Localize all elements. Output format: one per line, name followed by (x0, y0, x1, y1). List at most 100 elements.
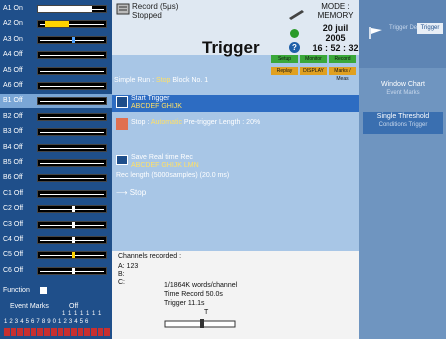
event-mark-box[interactable] (37, 328, 44, 336)
channel-level-bar[interactable] (37, 82, 107, 90)
mode-button[interactable]: Setup (271, 55, 298, 63)
channel-row[interactable]: B2 Off (0, 110, 112, 124)
mode-button[interactable]: DISPLAY (300, 67, 327, 75)
channel-level-bar[interactable] (37, 205, 107, 214)
channel-level-bar[interactable] (37, 97, 107, 106)
record-stats: 1/1864K words/channel Time Record 50.0s … (164, 281, 237, 308)
event-mark-box[interactable] (44, 328, 50, 336)
channel-baseline (40, 163, 104, 164)
mode-button[interactable]: Record (329, 55, 356, 63)
channel-row[interactable]: B6 Off (0, 171, 112, 185)
event-mark-box[interactable] (4, 328, 10, 336)
start-trigger-value[interactable]: ABCDEF GHIJK (131, 103, 182, 110)
channel-level-bar[interactable] (37, 143, 107, 152)
channel-row[interactable]: A5 Off (0, 64, 112, 78)
stop-line: Stop : Automatic Pre-trigger Length : 20… (131, 119, 260, 126)
event-mark-box[interactable] (84, 328, 90, 336)
channel-level-bar[interactable] (37, 112, 107, 121)
channel-label: A4 Off (3, 51, 23, 59)
channel-row[interactable]: C6 Off (0, 264, 112, 278)
channel-level-bar[interactable] (37, 220, 107, 229)
event-mark-box[interactable] (50, 328, 57, 336)
channel-label: C1 Off (3, 189, 24, 197)
event-mark-box[interactable] (97, 328, 104, 336)
stop-suffix: Pre-trigger Length : 20% (181, 119, 261, 126)
channel-level-bar[interactable] (37, 174, 107, 183)
channel-row[interactable]: C1 Off (0, 187, 112, 201)
simple-run-line: Simple Run : Stop Block No. 1 (114, 77, 208, 84)
channel-level-bar[interactable] (37, 236, 107, 244)
channel-level-bar[interactable] (37, 20, 107, 29)
channel-row[interactable]: B4 Off (0, 141, 112, 155)
stop-action-label: Stop (129, 188, 147, 197)
channel-row[interactable]: A6 Off (0, 79, 112, 93)
channel-level-bar[interactable] (37, 5, 107, 13)
channel-label: A1 On (3, 5, 23, 12)
trigger-time: Trigger 11.1s (164, 300, 205, 307)
status-header: Record (5μs) Stopped MODE : MEMORY ? 20 … (112, 0, 359, 57)
channel-level-bar[interactable] (37, 51, 107, 60)
mode-button[interactable]: Marks / Meas (329, 67, 356, 82)
function-checkbox[interactable] (40, 287, 47, 294)
channel-row[interactable]: A1 On (0, 2, 112, 16)
channel-row[interactable]: A4 Off (0, 48, 112, 62)
single-threshold-item[interactable]: Single Threshold Conditions Trigger (363, 112, 443, 134)
event-mark-box[interactable] (90, 328, 97, 336)
event-mark-box[interactable] (104, 328, 110, 336)
event-mark-box[interactable] (24, 328, 30, 336)
mode-button[interactable]: Monitor (300, 55, 327, 63)
channel-label: A6 Off (3, 82, 23, 89)
channel-label: A5 Off (3, 66, 23, 74)
channel-row[interactable]: A2 On (0, 17, 112, 31)
trigger-tab[interactable]: Trigger (417, 23, 443, 34)
channel-label: C4 Off (3, 236, 24, 243)
channel-row[interactable]: B3 Off (0, 125, 112, 139)
event-mark-box[interactable] (70, 328, 77, 336)
channel-level-bar[interactable] (37, 128, 107, 137)
channel-row[interactable]: C3 Off (0, 218, 112, 232)
channel-level-bar[interactable] (37, 266, 107, 275)
event-marks-boxes[interactable] (4, 328, 110, 336)
channel-baseline (40, 132, 104, 134)
flag-icon[interactable] (368, 26, 384, 40)
channel-label: B1 Off (3, 97, 23, 105)
help-icon[interactable]: ? (289, 42, 300, 53)
channel-level-bar[interactable] (37, 189, 107, 198)
window-chart-item[interactable]: Window Chart Event Marks (363, 80, 443, 102)
event-mark-box[interactable] (17, 328, 24, 336)
event-mark-box[interactable] (57, 328, 64, 336)
trigger-panel: Record (5μs) Stopped MODE : MEMORY ? 20 … (112, 0, 359, 339)
channel-marker (72, 252, 75, 259)
event-mark-box[interactable] (10, 328, 17, 336)
event-mark-box[interactable] (64, 328, 70, 336)
channel-row[interactable]: B1 Off (0, 94, 112, 109)
channel-row[interactable]: C4 Off (0, 233, 112, 247)
trigger-position-slider[interactable] (164, 317, 236, 329)
pen-icon (289, 10, 304, 20)
event-mark-box[interactable] (77, 328, 84, 336)
mode-button[interactable]: Replay (271, 67, 298, 75)
channel-level-bar[interactable] (37, 159, 107, 167)
channel-row[interactable]: A3 On (0, 33, 112, 47)
channel-marker (72, 267, 75, 274)
channel-row[interactable]: B5 Off (0, 156, 112, 170)
words-per-channel: 1/1864K words/channel (164, 282, 238, 289)
stop-prefix: Stop : (131, 119, 151, 126)
channel-marker (72, 206, 75, 213)
start-trigger-title: Start Trigger (131, 95, 170, 102)
record-status: Stopped (132, 11, 162, 20)
channel-row[interactable]: C5 Off (0, 248, 112, 262)
mode-indicator: MODE : MEMORY (312, 2, 359, 20)
channel-level-bar[interactable] (37, 35, 107, 44)
channel-label: A2 On (3, 20, 23, 28)
channel-level-bar[interactable] (37, 251, 107, 260)
event-mark-box[interactable] (30, 328, 37, 336)
simple-run-value[interactable]: Stop (156, 77, 170, 84)
save-value[interactable]: ABCDEF GHIJK LMN (131, 162, 199, 169)
channel-row[interactable]: C2 Off (0, 202, 112, 216)
stop-value[interactable]: Automatic (151, 119, 182, 126)
stop-action[interactable]: ⟶ Stop (116, 188, 146, 197)
channel-level-fill (38, 6, 93, 12)
channel-label: C5 Off (3, 251, 24, 259)
channel-level-bar[interactable] (37, 66, 107, 75)
